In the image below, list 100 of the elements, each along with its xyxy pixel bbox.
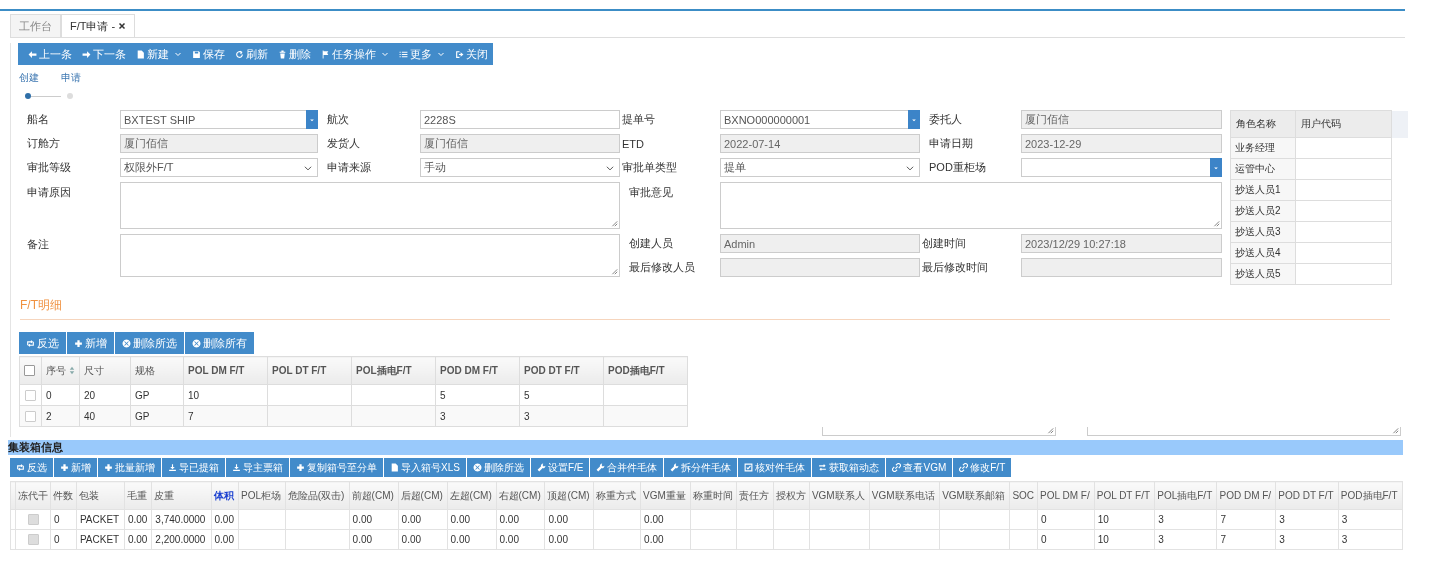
column-header[interactable]: 称重时间 [690,481,737,510]
column-header[interactable]: 皮重 [151,481,212,510]
toolbar-button[interactable]: 新增 [54,458,97,477]
column-header[interactable]: POD DM F/ [1216,481,1276,510]
toolbar-button[interactable]: 删除所选 [115,332,184,354]
column-header[interactable]: 包装 [76,481,125,510]
column-header[interactable]: 危险品(双击) [285,481,350,510]
column-header[interactable]: POL DT F/T [267,356,352,385]
table-cell: PACKET [79,534,120,545]
column-header[interactable]: VGM联系人 [809,481,870,510]
column-header[interactable]: SOC [1009,481,1038,510]
dropdown-button[interactable] [306,110,318,129]
toolbar-button[interactable]: 导已提箱 [162,458,225,477]
table-cell: 2 [46,410,52,422]
column-header[interactable]: POL柜场 [238,481,286,510]
column-header[interactable]: 规格 [130,356,184,385]
column-header[interactable]: VGM重量 [640,481,691,510]
text-area[interactable] [120,234,620,277]
toolbar-button[interactable]: 导主票箱 [226,458,289,477]
column-header[interactable]: POD DM F/T [435,356,520,385]
toolbar-button[interactable]: 拆分件毛体 [664,458,738,477]
swap-arrows-icon [16,463,25,472]
toolbar-button[interactable]: 删除所有 [185,332,254,354]
checkbox[interactable] [25,389,36,401]
column-header[interactable]: 左超(CM) [447,481,496,510]
column-header[interactable]: 冻代干 [15,481,51,510]
text-area[interactable] [720,182,1222,229]
column-header[interactable]: 授权方 [773,481,810,510]
dropdown-field[interactable]: 权限外F/T [120,158,318,177]
column-header[interactable]: 件数 [50,481,77,510]
table-cell: 抄送人员4 [1230,242,1296,264]
tab[interactable]: 工作台 [10,14,61,37]
field-label: 发货人 [326,136,361,151]
column-header[interactable]: 责任方 [736,481,774,510]
column-header[interactable]: POL DT F/T [1094,481,1155,510]
plus-icon [296,463,305,472]
toolbar-button[interactable]: 复制箱号至分单 [290,458,383,477]
table-cell: 10 [188,389,200,401]
table-cell: 3 [440,410,446,422]
tab[interactable]: F/T申请 - [61,14,136,37]
column-header[interactable]: 右超(CM) [496,481,545,510]
toolbar-button[interactable]: 反选 [10,458,53,477]
section-title: F/T明细 [20,297,1390,320]
text-area[interactable] [120,182,620,229]
table-cell: 0.00 [499,514,519,525]
dropdown-field[interactable] [1021,158,1222,177]
column-header[interactable]: 尺寸 [79,356,131,385]
column-header[interactable]: 序号 [41,356,80,385]
column-header[interactable]: POL插电F/T [1154,481,1217,510]
close-icon[interactable] [118,22,127,30]
toolbar-button[interactable]: 导入箱号XLS [384,458,466,477]
step-dot[interactable] [25,93,31,99]
column-header[interactable]: VGM联系电话 [869,481,940,510]
column-header[interactable]: 体积 [211,481,239,510]
toolbar-button[interactable]: 新增 [67,332,114,354]
plus-icon [104,463,113,472]
input-field[interactable]: 2228S [420,110,620,129]
dropdown-button[interactable] [1210,158,1222,177]
step-dot[interactable] [67,93,73,99]
column-header: 角色名称 [1230,110,1296,138]
toolbar-button[interactable]: 批量新增 [98,458,161,477]
column-header[interactable]: VGM联系邮箱 [939,481,1010,510]
table-cell: 0.00 [499,534,519,545]
table-cell: 2,200.0000 [155,534,206,545]
download-icon [232,463,241,472]
column-header[interactable]: 顶超(CM) [545,481,594,510]
toolbar-button[interactable]: 查看VGM [886,458,953,477]
column-header[interactable]: POD DT F/T [519,356,604,385]
dropdown-field[interactable]: BXNO000000001 [720,110,920,129]
column-header[interactable]: 前超(CM) [349,481,399,510]
swap-arrows-icon [26,338,35,348]
wrench-icon [596,463,606,472]
table-cell: 0.00 [127,514,148,525]
toolbar-button[interactable]: 核对件毛体 [738,458,812,477]
column-header[interactable]: 毛重 [124,481,152,510]
dropdown-field[interactable]: 提单 [720,158,920,177]
field-label: 航次 [326,112,350,127]
column-header[interactable]: POD插电F/T [603,356,688,385]
column-header[interactable]: POD插电F/T [1338,481,1403,510]
column-header[interactable]: POL DM F/T [183,356,268,385]
toolbar-button[interactable]: 删除所选 [466,458,530,477]
toolbar-button[interactable]: 反选 [19,332,66,354]
column-header[interactable]: POL DM F/ [1037,481,1095,510]
checkbox[interactable] [25,410,36,422]
column-header[interactable]: POD DT F/T [1275,481,1339,510]
text-area[interactable] [1087,427,1401,436]
list-icon [399,49,408,59]
dropdown-field[interactable]: BXTEST SHIP [120,110,318,129]
text-area[interactable] [822,427,1056,436]
column-header[interactable]: POL插电F/T [351,356,436,385]
toolbar-button[interactable]: 合并件毛体 [590,458,664,477]
checkbox[interactable] [24,365,35,377]
column-header[interactable]: 称重方式 [593,481,641,510]
column-header[interactable]: 后超(CM) [398,481,448,510]
dropdown-field[interactable]: 手动 [420,158,620,177]
toolbar-button[interactable]: 获取箱动态 [812,458,886,477]
dropdown-button[interactable] [908,110,920,129]
toolbar-button[interactable]: 设置F/E [530,458,590,477]
table-cell: 0 [54,534,60,545]
toolbar-button[interactable]: 修改F/T [953,458,1012,477]
